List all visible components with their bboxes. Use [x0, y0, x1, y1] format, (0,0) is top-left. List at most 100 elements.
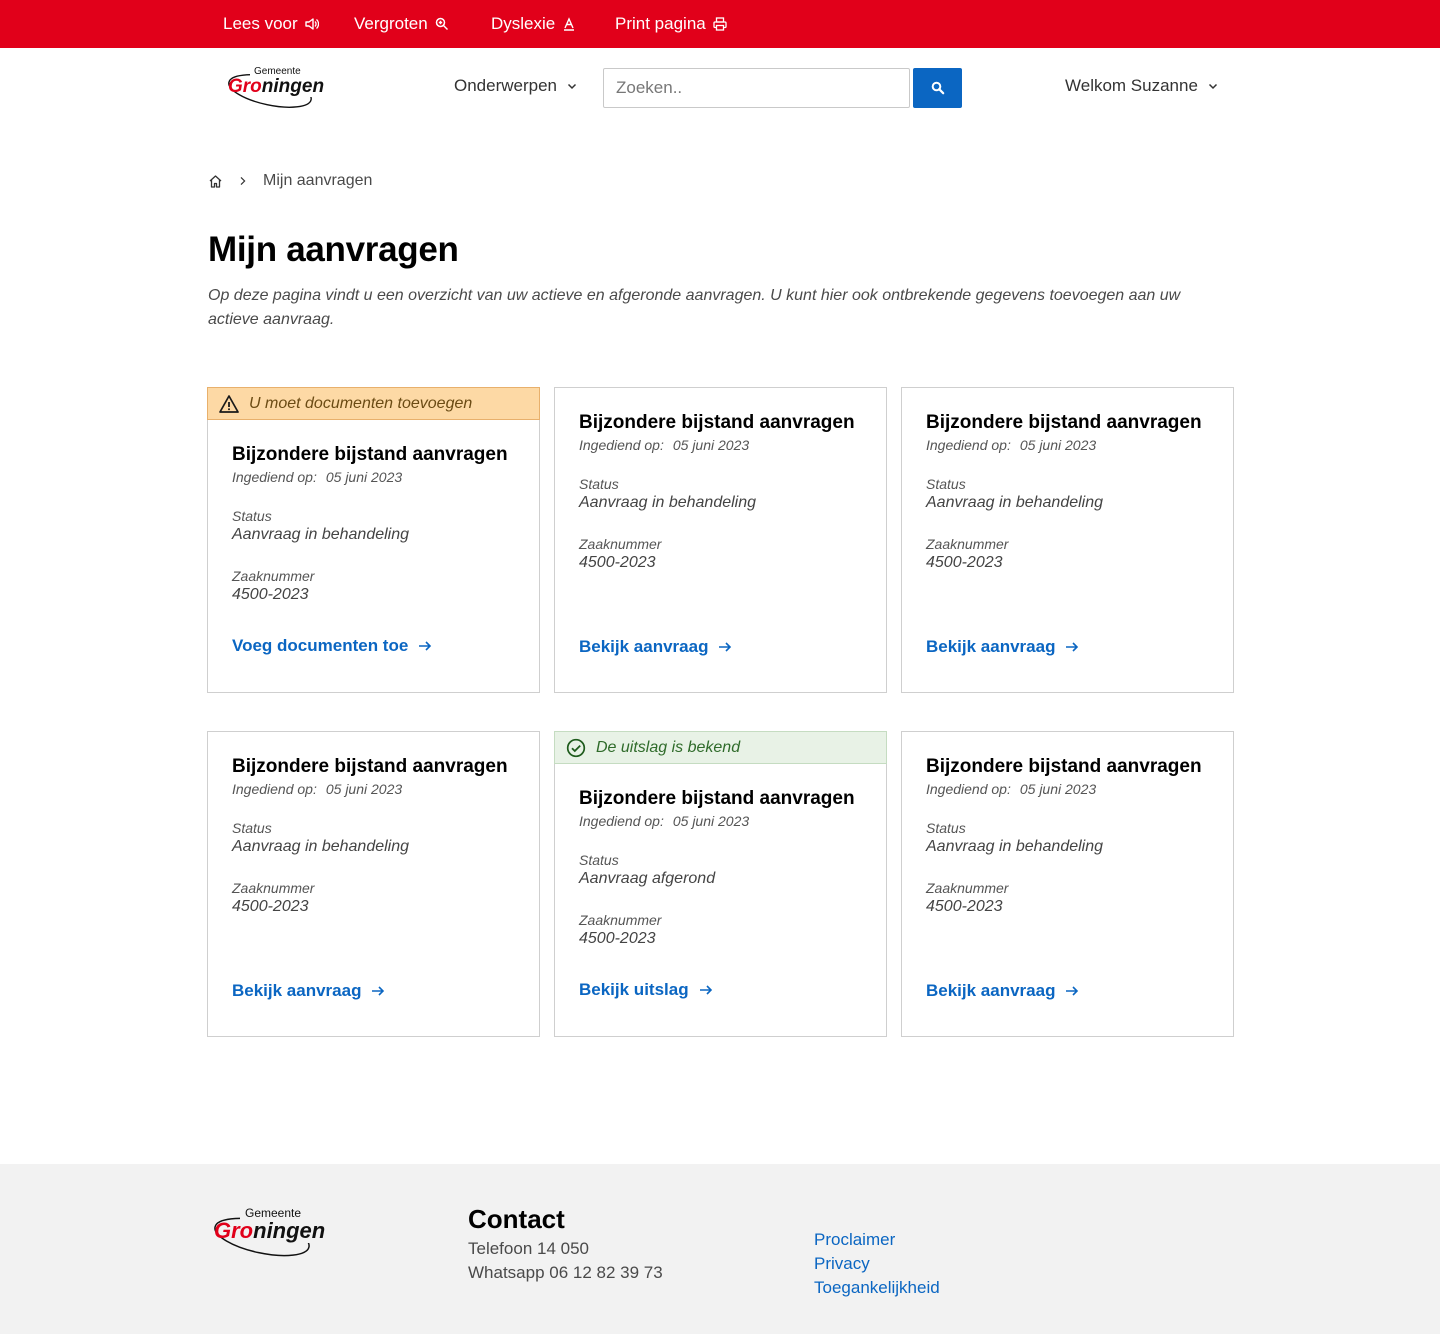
case-number-value: 4500-2023 — [926, 898, 1003, 915]
application-card: Bijzondere bijstand aanvragen Ingediend … — [901, 387, 1234, 693]
status-value: Aanvraag in behandeling — [926, 494, 1104, 511]
speaker-icon — [304, 18, 319, 30]
footer-contact-title: Contact — [468, 1204, 565, 1234]
breadcrumb: Mijn aanvragen — [208, 172, 372, 190]
status-value: Aanvraag in behandeling — [232, 526, 410, 543]
arrow-right-icon — [1066, 986, 1079, 996]
page-intro: Op deze pagina vindt u een overzicht van… — [208, 287, 1181, 328]
status-label: Status — [579, 476, 619, 492]
dyslexia-label: Dyslexie — [491, 14, 556, 33]
print-button[interactable]: Print pagina — [615, 0, 727, 48]
case-number-value: 4500-2023 — [232, 898, 309, 915]
card-submitted: Ingediend op: 05 juni 2023 — [579, 813, 870, 829]
case-number-label: Zaaknummer — [232, 568, 315, 584]
submitted-label: Ingediend op: — [579, 813, 664, 829]
card-title: Bijzondere bijstand aanvragen — [232, 444, 508, 465]
print-label: Print pagina — [615, 14, 706, 33]
logo-big-text: Groningen — [228, 76, 324, 97]
enlarge-label: Vergroten — [354, 14, 428, 33]
submitted-label: Ingediend op: — [926, 437, 1011, 453]
view-application-link[interactable]: Bekijk aanvraag — [579, 637, 732, 657]
status-value: Aanvraag in behandeling — [926, 838, 1104, 855]
view-result-link[interactable]: Bekijk uitslag — [579, 980, 713, 1000]
check-circle-icon — [566, 738, 586, 757]
case-number-label: Zaaknummer — [232, 880, 315, 896]
card-title: Bijzondere bijstand aanvragen — [579, 788, 855, 809]
arrow-right-icon — [419, 641, 432, 651]
view-application-label: Bekijk aanvraag — [926, 981, 1056, 1000]
logo-graphic: Gemeente Groningen — [214, 1206, 328, 1257]
dyslexia-button[interactable]: Dyslexie — [491, 0, 576, 48]
zoom-icon — [435, 17, 448, 30]
home-icon[interactable] — [208, 174, 223, 189]
footer-link-privacy[interactable]: Privacy — [814, 1254, 870, 1274]
warning-icon — [219, 394, 239, 413]
submitted-date: 05 juni 2023 — [672, 437, 750, 453]
user-menu-dropdown[interactable]: Welkom Suzanne — [1065, 76, 1219, 96]
view-application-link[interactable]: Bekijk aanvraag — [232, 981, 385, 1001]
search-button[interactable] — [913, 68, 962, 108]
card-title: Bijzondere bijstand aanvragen — [926, 756, 1202, 777]
case-number-label: Zaaknummer — [579, 912, 662, 928]
case-number-value: 4500-2023 — [579, 930, 656, 947]
status-label: Status — [232, 820, 272, 836]
nav-subjects-label: Onderwerpen — [454, 76, 558, 95]
status-label: Status — [232, 508, 272, 524]
read-aloud-button[interactable]: Lees voor — [223, 0, 319, 48]
submitted-date: 05 juni 2023 — [1019, 437, 1097, 453]
submitted-label: Ingediend op: — [232, 469, 317, 485]
chevron-down-icon — [567, 83, 577, 90]
status-value: Aanvraag in behandeling — [232, 838, 410, 855]
view-result-label: Bekijk uitslag — [579, 980, 689, 999]
chevron-down-icon — [1208, 83, 1217, 90]
add-documents-link[interactable]: Voeg documenten toe — [232, 636, 432, 656]
status-value: Aanvraag afgerond — [579, 870, 716, 887]
card-submitted: Ingediend op: 05 juni 2023 — [926, 437, 1217, 453]
card-submitted: Ingediend op: 05 juni 2023 — [579, 437, 870, 453]
warning-text: U moet documenten toevoegen — [249, 394, 473, 412]
search-icon — [931, 81, 944, 95]
view-application-label: Bekijk aanvraag — [579, 637, 709, 656]
status-value: Aanvraag in behandeling — [579, 494, 757, 511]
card-submitted: Ingediend op: 05 juni 2023 — [926, 781, 1217, 797]
submitted-date: 05 juni 2023 — [1019, 781, 1097, 797]
footer-phone: Telefoon 14 050 — [468, 1239, 589, 1258]
case-number-label: Zaaknummer — [579, 536, 662, 552]
application-card: De uitslag is bekend Bijzondere bijstand… — [554, 731, 887, 1037]
add-documents-label: Voeg documenten toe — [232, 636, 409, 655]
card-title: Bijzondere bijstand aanvragen — [926, 412, 1202, 433]
case-number-label: Zaaknummer — [926, 880, 1009, 896]
submitted-label: Ingediend op: — [579, 437, 664, 453]
application-card: Bijzondere bijstand aanvragen Ingediend … — [554, 387, 887, 693]
arrow-right-icon — [719, 642, 732, 652]
footer-whatsapp: Whatsapp 06 12 82 39 73 — [468, 1263, 663, 1282]
view-application-link[interactable]: Bekijk aanvraag — [926, 981, 1079, 1001]
printer-icon — [713, 17, 727, 31]
arrow-right-icon — [699, 985, 712, 995]
footer-groningen-logo[interactable]: Gemeente Groningen — [212, 1202, 332, 1262]
nav-subjects-dropdown[interactable]: Onderwerpen — [454, 76, 578, 96]
case-number-label: Zaaknummer — [926, 536, 1009, 552]
view-application-link[interactable]: Bekijk aanvraag — [926, 637, 1079, 657]
search-input[interactable] — [603, 68, 910, 108]
submitted-date: 05 juni 2023 — [325, 469, 403, 485]
enlarge-button[interactable]: Vergroten — [354, 0, 449, 48]
arrow-right-icon — [1066, 642, 1079, 652]
logo-big-text: Groningen — [214, 1218, 325, 1243]
application-card: Bijzondere bijstand aanvragen Ingediend … — [901, 731, 1234, 1037]
application-card: U moet documenten toevoegen Bijzondere b… — [207, 387, 540, 693]
footer-link-accessibility[interactable]: Toegankelijkheid — [814, 1278, 940, 1298]
accessibility-bar: Lees voor Vergroten Dyslexie Print pagin… — [0, 0, 1440, 48]
submitted-date: 05 juni 2023 — [672, 813, 750, 829]
footer-link-proclaimer[interactable]: Proclaimer — [814, 1230, 895, 1250]
submitted-label: Ingediend op: — [232, 781, 317, 797]
groningen-logo[interactable]: Gemeente Groningen — [226, 61, 330, 113]
card-title: Bijzondere bijstand aanvragen — [232, 756, 508, 777]
submitted-date: 05 juni 2023 — [325, 781, 403, 797]
success-banner: De uitslag is bekend — [554, 731, 887, 764]
breadcrumb-current: Mijn aanvragen — [263, 172, 373, 189]
card-submitted: Ingediend op: 05 juni 2023 — [232, 469, 523, 485]
welcome-label: Welkom Suzanne — [1065, 76, 1198, 95]
submitted-label: Ingediend op: — [926, 781, 1011, 797]
case-number-value: 4500-2023 — [579, 554, 656, 571]
